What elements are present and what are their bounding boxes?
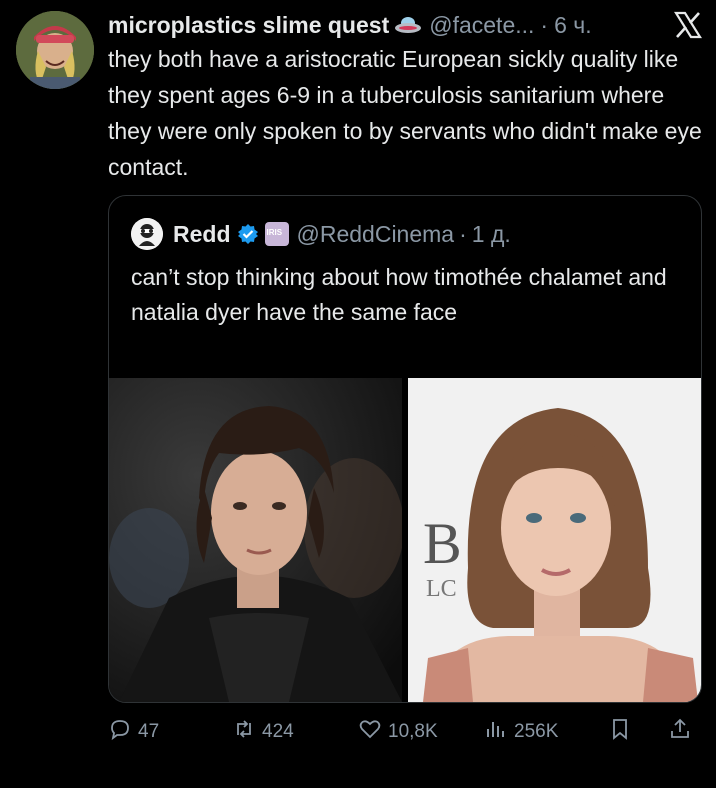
backdrop-sign-letters: LC <box>426 576 457 602</box>
reply-count: 47 <box>138 721 160 742</box>
tweet-text: they both have a aristocratic European s… <box>108 46 702 180</box>
quoted-avatar[interactable] <box>131 218 163 250</box>
ufo-emoji-icon <box>395 14 422 36</box>
like-icon <box>358 717 382 747</box>
verified-badge-icon <box>237 223 259 245</box>
backdrop-sign-letter: B <box>423 511 462 576</box>
tweet-header: microplastics slime quest @facete... · 6… <box>108 7 704 43</box>
iris-badge-text: IRIS <box>266 228 283 237</box>
reply-icon <box>108 717 132 747</box>
share-button[interactable] <box>668 717 692 747</box>
quoted-header: Redd IRIS @ReddCinema · 1 д. <box>131 218 511 250</box>
photo-left[interactable] <box>109 378 402 702</box>
like-button[interactable]: 10,8K <box>358 717 438 747</box>
photo-right[interactable]: B LC <box>408 378 701 702</box>
reply-button[interactable]: 47 <box>108 717 159 747</box>
quoted-photos: B LC <box>109 378 701 702</box>
author-handle[interactable]: @facete... <box>429 12 534 39</box>
bookmark-icon <box>608 717 632 747</box>
quoted-handle[interactable]: @ReddCinema <box>297 221 455 248</box>
repost-count: 424 <box>262 721 294 742</box>
quoted-tweet[interactable]: Redd IRIS @ReddCinema · 1 д. can’t stop … <box>108 195 702 703</box>
views-icon <box>484 717 508 747</box>
action-bar: 47 424 10,8K 256K <box>108 714 698 750</box>
author-avatar[interactable] <box>16 11 94 89</box>
like-count: 10,8K <box>388 721 438 742</box>
x-logo-icon[interactable] <box>672 9 704 41</box>
bookmark-button[interactable] <box>608 717 632 747</box>
views-button[interactable]: 256K <box>484 717 558 747</box>
quoted-time[interactable]: 1 д. <box>472 221 511 248</box>
repost-button[interactable]: 424 <box>232 717 294 747</box>
author-name[interactable]: microplastics slime quest <box>108 12 389 39</box>
views-count: 256K <box>514 721 559 742</box>
iris-badge-icon: IRIS <box>264 222 289 246</box>
share-icon <box>668 717 692 747</box>
quoted-author-name[interactable]: Redd <box>173 221 231 248</box>
time-separator: · <box>540 11 549 38</box>
tweet-time[interactable]: 6 ч. <box>554 12 592 39</box>
quoted-time-separator: · <box>459 220 467 247</box>
repost-icon <box>232 717 256 747</box>
quoted-text: can’t stop thinking about how timothée c… <box>131 264 667 325</box>
